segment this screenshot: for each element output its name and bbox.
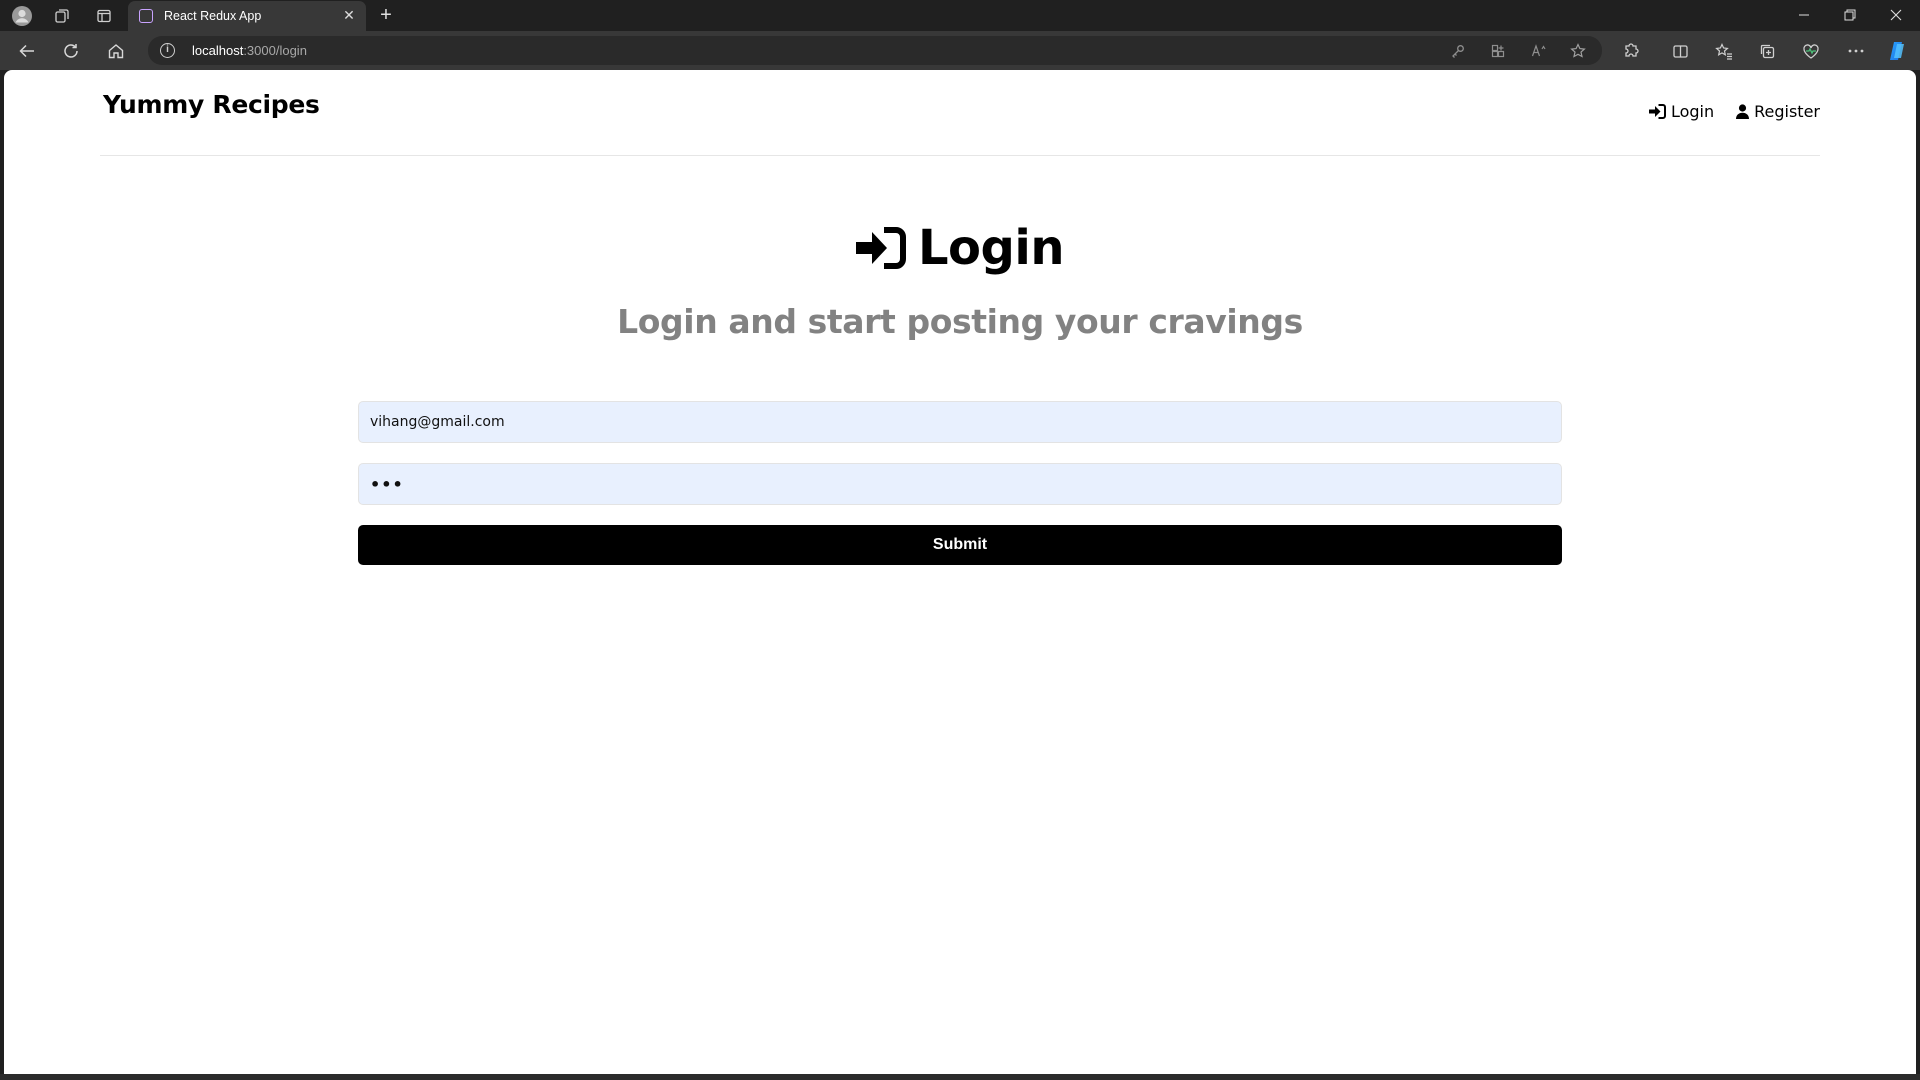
password-key-icon[interactable] — [1448, 41, 1468, 61]
submit-button[interactable]: Submit — [358, 525, 1562, 565]
close-tab-icon[interactable]: ✕ — [340, 6, 358, 24]
back-icon[interactable] — [14, 39, 40, 63]
browser-tab-strip: React Redux App ✕ + — [0, 0, 1920, 31]
split-screen-icon[interactable] — [1667, 39, 1693, 63]
url-path: :3000/login — [243, 43, 307, 58]
browser-toolbar: i localhost:3000/login — [0, 31, 1920, 70]
sign-in-icon — [1648, 104, 1666, 119]
favorites-icon[interactable] — [1711, 39, 1737, 63]
address-bar[interactable]: i localhost:3000/login — [148, 36, 1602, 65]
url-text[interactable]: localhost:3000/login — [192, 43, 307, 58]
nav-register-label: Register — [1754, 102, 1820, 121]
tab-title: React Redux App — [164, 9, 262, 23]
restore-icon[interactable] — [1830, 3, 1870, 27]
page-title: Login — [917, 220, 1065, 276]
minimize-icon[interactable] — [1784, 3, 1824, 27]
brand-logo[interactable]: Yummy Recipes — [103, 90, 320, 119]
vertical-tabs-icon[interactable] — [92, 4, 116, 28]
read-aloud-icon[interactable] — [1529, 41, 1549, 61]
site-info-icon[interactable]: i — [160, 43, 175, 58]
page-subtitle: Login and start posting your cravings — [617, 302, 1303, 341]
reload-icon[interactable] — [58, 39, 84, 63]
favorite-star-icon[interactable] — [1568, 41, 1588, 61]
password-field[interactable]: ••• — [358, 463, 1562, 505]
nav-login-link[interactable]: Login — [1648, 102, 1715, 121]
login-form: vihang@gmail.com ••• Submit — [358, 401, 1562, 565]
more-menu-icon[interactable] — [1843, 39, 1869, 63]
workspaces-icon[interactable] — [50, 4, 74, 28]
profile-avatar-icon[interactable] — [10, 4, 34, 28]
extensions-icon[interactable] — [1618, 39, 1644, 63]
window-bottom-edge — [0, 1074, 1920, 1080]
page-viewport: Yummy Recipes Login Register Login Login… — [4, 70, 1916, 1074]
app-available-icon[interactable] — [1488, 41, 1508, 61]
home-icon[interactable] — [103, 39, 129, 63]
close-window-icon[interactable] — [1876, 3, 1916, 27]
url-host: localhost — [192, 43, 244, 58]
sign-in-icon — [855, 227, 906, 269]
page-heading: Login — [4, 220, 1916, 276]
active-tab[interactable]: React Redux App ✕ — [128, 1, 366, 31]
tab-favicon-icon — [139, 9, 153, 23]
collections-icon[interactable] — [1754, 39, 1780, 63]
browser-essentials-icon[interactable] — [1798, 39, 1824, 63]
user-icon — [1736, 104, 1750, 119]
email-field[interactable]: vihang@gmail.com — [358, 401, 1562, 443]
app-header: Yummy Recipes Login Register — [100, 70, 1820, 156]
header-nav: Login Register — [1648, 102, 1820, 121]
nav-register-link[interactable]: Register — [1736, 102, 1820, 121]
nav-login-label: Login — [1670, 102, 1715, 121]
copilot-icon[interactable] — [1884, 39, 1910, 63]
new-tab-icon[interactable]: + — [374, 3, 398, 27]
